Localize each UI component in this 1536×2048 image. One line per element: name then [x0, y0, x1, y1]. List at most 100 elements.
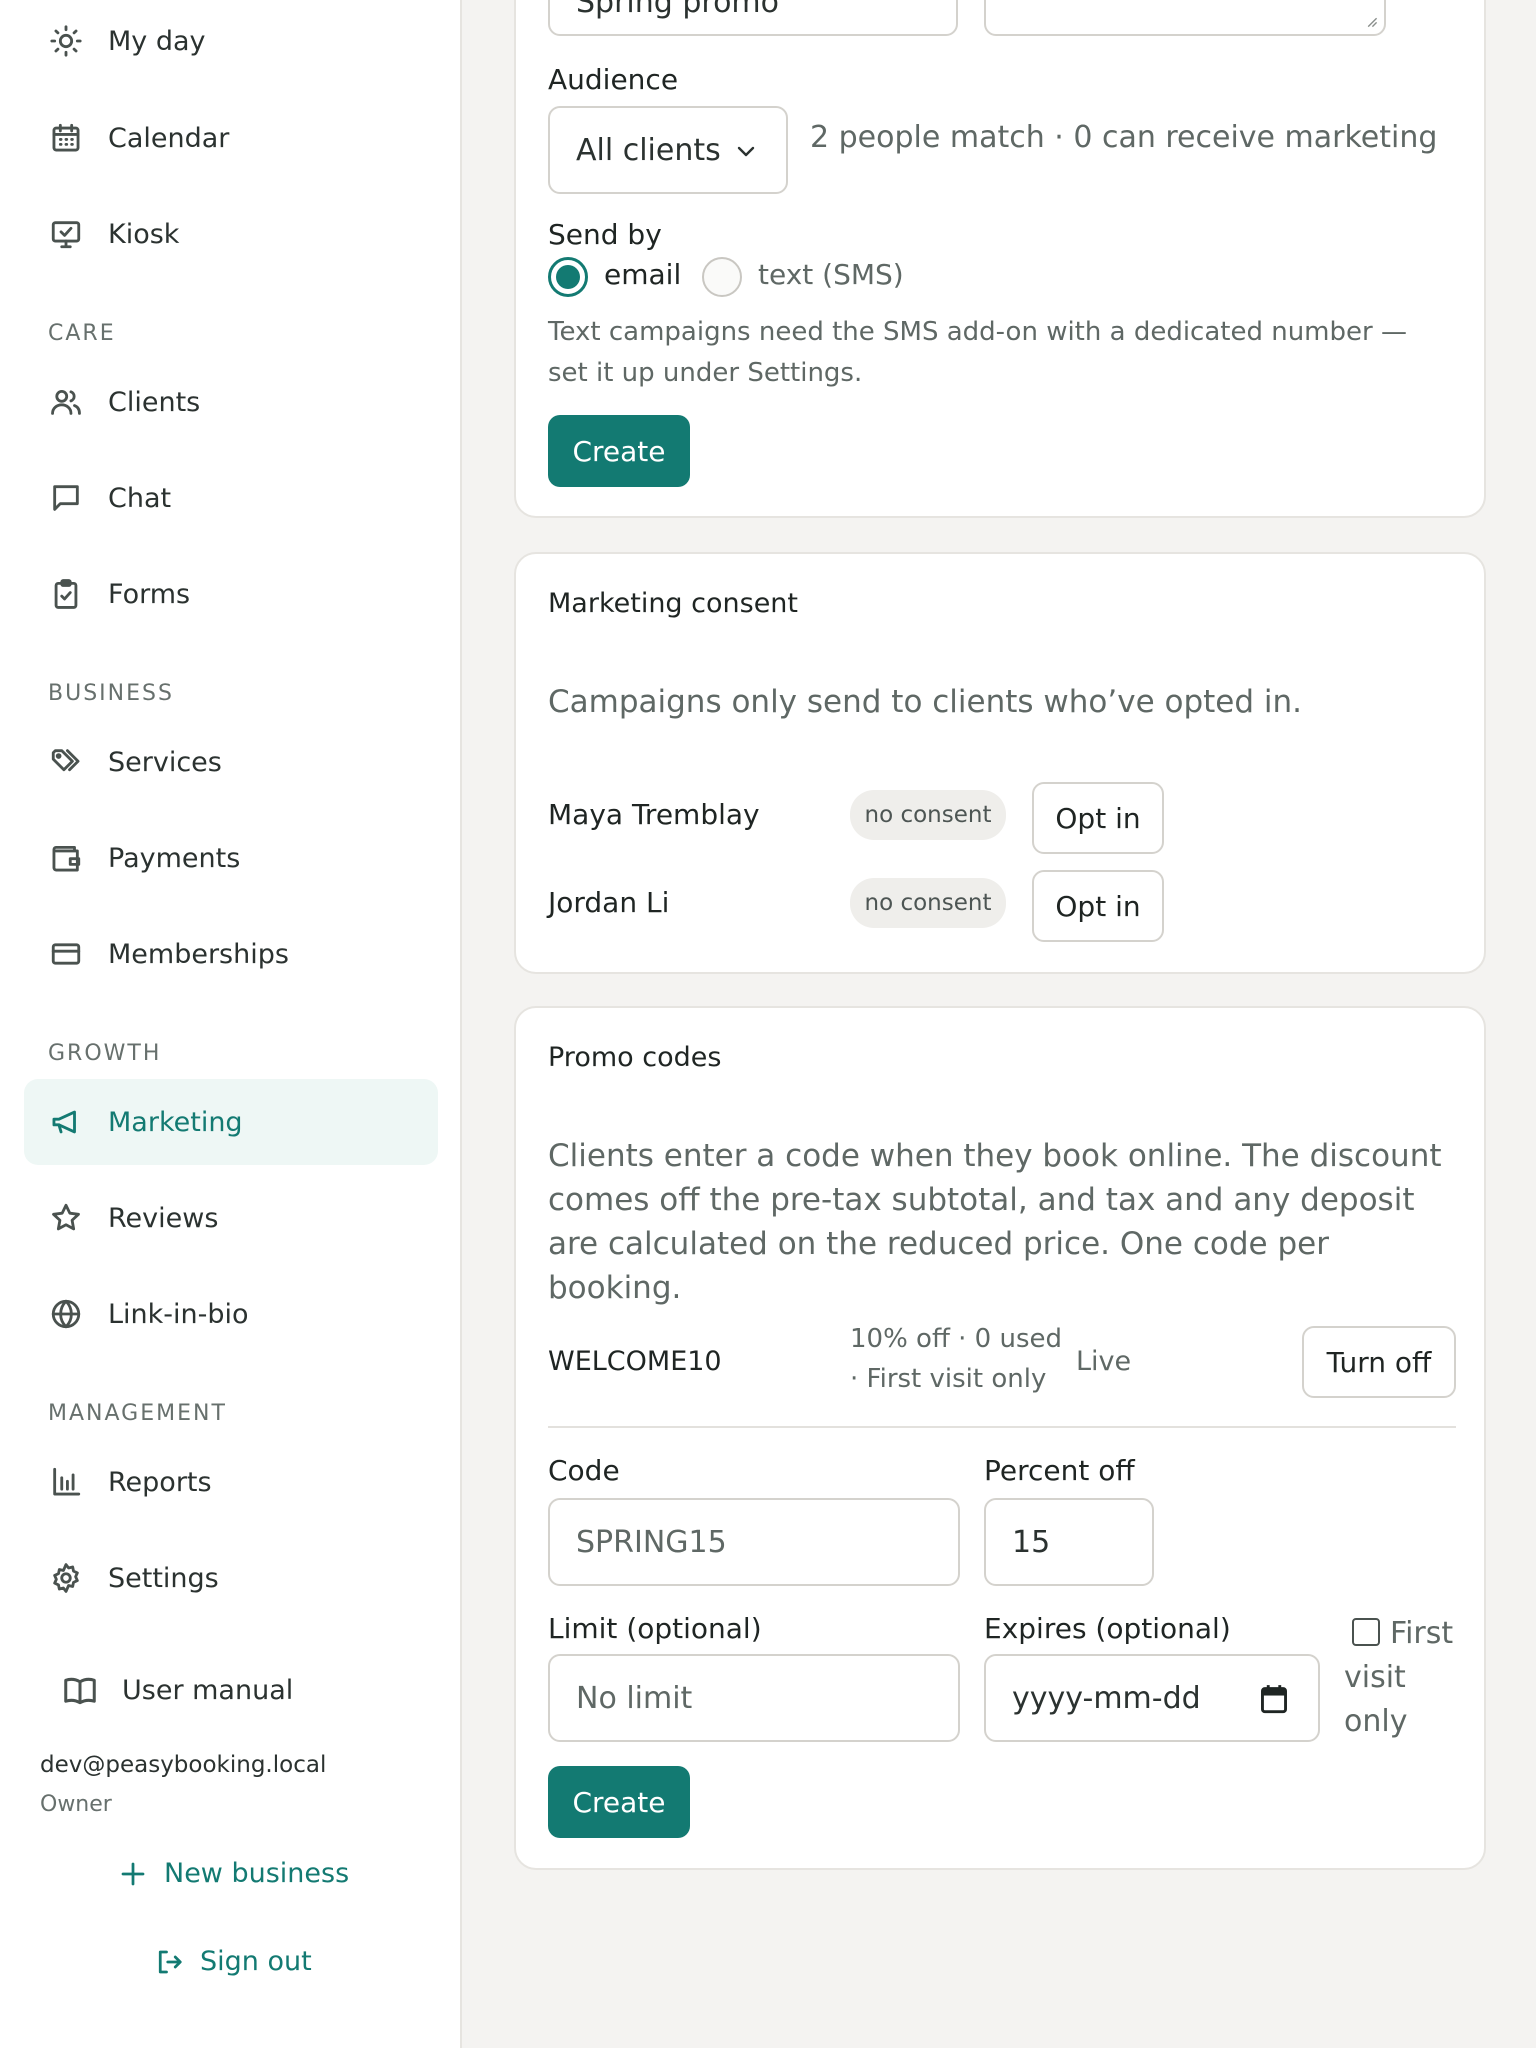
new-business-button[interactable]: New business: [118, 1858, 349, 1889]
sidebar-item-label: Kiosk: [108, 218, 180, 250]
star-icon: [48, 1200, 84, 1236]
sidebar-item-reports[interactable]: Reports: [24, 1439, 438, 1525]
tags-icon: [48, 744, 84, 780]
sidebar-item-link-in-bio[interactable]: Link-in-bio: [24, 1271, 438, 1357]
radio-email[interactable]: [548, 257, 588, 297]
send-by-label: Send by: [548, 218, 662, 251]
opt-in-button[interactable]: Opt in: [1032, 782, 1164, 854]
promo-code-name: WELCOME10: [548, 1346, 722, 1377]
clipboard-icon: [48, 576, 84, 612]
percent-off-label: Percent off: [984, 1454, 1135, 1487]
sign-out-button[interactable]: Sign out: [154, 1946, 312, 1977]
sidebar-item-my-day[interactable]: My day: [24, 0, 438, 84]
create-promo-button[interactable]: Create: [548, 1766, 690, 1838]
sidebar-item-payments[interactable]: Payments: [24, 815, 438, 901]
plus-icon: [121, 1862, 145, 1885]
audience-match-text: 2 people match · 0 can receive marketing: [810, 120, 1438, 155]
card-icon: [48, 936, 84, 972]
kiosk-icon: [48, 216, 84, 252]
sidebar-item-label: Forms: [108, 578, 191, 610]
consent-title: Marketing consent: [548, 588, 799, 619]
sidebar-item-reviews[interactable]: Reviews: [24, 1175, 438, 1261]
marketing-consent-card: Marketing consent Campaigns only send to…: [514, 552, 1486, 974]
first-visit-label: First visit only: [1344, 1616, 1454, 1739]
sidebar: My day Calendar Kiosk CARE Clients Chat …: [0, 0, 462, 2048]
user-manual-link[interactable]: User manual: [62, 1665, 293, 1715]
campaign-card: Spring promo Audience All clients 2 peop…: [514, 0, 1486, 518]
sidebar-item-forms[interactable]: Forms: [24, 551, 438, 637]
percent-off-input[interactable]: 15: [984, 1498, 1154, 1586]
turn-off-button[interactable]: Turn off: [1302, 1326, 1456, 1398]
sidebar-item-label: Reports: [108, 1466, 212, 1498]
expires-date-input[interactable]: yyyy-mm-dd: [984, 1654, 1320, 1742]
sidebar-item-label: Reviews: [108, 1202, 219, 1234]
bar-chart-icon: [48, 1464, 84, 1500]
radio-email-label: email: [604, 258, 682, 291]
sign-out-label: Sign out: [200, 1946, 312, 1977]
sidebar-item-label: Marketing: [108, 1106, 243, 1138]
user-role: Owner: [40, 1792, 112, 1817]
expires-placeholder: yyyy-mm-dd: [1012, 1680, 1201, 1716]
create-campaign-button[interactable]: Create: [548, 415, 690, 487]
sidebar-item-label: Services: [108, 746, 222, 778]
section-heading-growth: GROWTH: [48, 1041, 162, 1066]
user-email: dev@peasybooking.local: [40, 1752, 327, 1778]
sidebar-item-kiosk[interactable]: Kiosk: [24, 191, 438, 277]
sidebar-item-settings[interactable]: Settings: [24, 1535, 438, 1621]
sidebar-item-chat[interactable]: Chat: [24, 455, 438, 541]
users-icon: [48, 384, 84, 420]
code-input[interactable]: SPRING15: [548, 1498, 960, 1586]
opt-in-button[interactable]: Opt in: [1032, 870, 1164, 942]
consent-status-badge: no consent: [850, 790, 1006, 840]
audience-select-value: All clients: [576, 132, 721, 168]
sidebar-item-clients[interactable]: Clients: [24, 359, 438, 445]
radio-sms[interactable]: [702, 257, 742, 297]
promo-code-status: Live: [1076, 1346, 1132, 1377]
sidebar-item-label: Settings: [108, 1562, 219, 1594]
calendar-picker-icon[interactable]: [1260, 1684, 1288, 1714]
user-manual-label: User manual: [122, 1674, 294, 1706]
expires-label: Expires (optional): [984, 1612, 1231, 1645]
book-icon: [64, 1677, 96, 1705]
campaign-name-input[interactable]: Spring promo: [548, 0, 958, 36]
sidebar-item-services[interactable]: Services: [24, 719, 438, 805]
sun-icon: [48, 23, 84, 59]
resize-handle-icon: [1367, 17, 1378, 28]
sms-addon-note: Text campaigns need the SMS add-on with …: [548, 317, 1407, 388]
divider: [548, 1426, 1456, 1428]
sidebar-item-label: My day: [108, 25, 206, 57]
sidebar-item-label: Calendar: [108, 122, 230, 154]
campaign-message-textarea[interactable]: [984, 0, 1386, 36]
section-heading-business: BUSINESS: [48, 681, 174, 706]
section-heading-care: CARE: [48, 321, 116, 346]
audience-select[interactable]: All clients: [548, 106, 788, 194]
megaphone-icon: [48, 1104, 84, 1140]
sidebar-item-label: Link-in-bio: [108, 1298, 249, 1330]
audience-label: Audience: [548, 63, 679, 96]
sidebar-item-memberships[interactable]: Memberships: [24, 911, 438, 997]
promo-code-detail: · First visit only: [850, 1364, 1047, 1394]
chevron-down-icon: [737, 146, 755, 157]
sidebar-item-label: Payments: [108, 842, 241, 874]
promo-title: Promo codes: [548, 1042, 722, 1073]
limit-label: Limit (optional): [548, 1612, 762, 1645]
client-name: Jordan Li: [548, 886, 670, 919]
client-name: Maya Tremblay: [548, 798, 760, 831]
sidebar-item-marketing[interactable]: Marketing: [24, 1079, 438, 1165]
sidebar-item-calendar[interactable]: Calendar: [24, 95, 438, 181]
sidebar-item-label: Chat: [108, 482, 172, 514]
sidebar-item-label: Clients: [108, 386, 201, 418]
promo-description: Clients enter a code when they book onli…: [548, 1138, 1442, 1306]
new-business-label: New business: [164, 1858, 350, 1889]
wallet-icon: [48, 840, 84, 876]
limit-input[interactable]: No limit: [548, 1654, 960, 1742]
consent-description: Campaigns only send to clients who’ve op…: [548, 684, 1303, 720]
promo-codes-card: Promo codes Clients enter a code when th…: [514, 1006, 1486, 1870]
sidebar-item-label: Memberships: [108, 938, 289, 970]
section-heading-management: MANAGEMENT: [48, 1401, 227, 1426]
code-label: Code: [548, 1454, 620, 1487]
chat-icon: [48, 480, 84, 516]
radio-sms-label: text (SMS): [758, 258, 904, 291]
calendar-icon: [48, 120, 84, 156]
globe-icon: [48, 1296, 84, 1332]
